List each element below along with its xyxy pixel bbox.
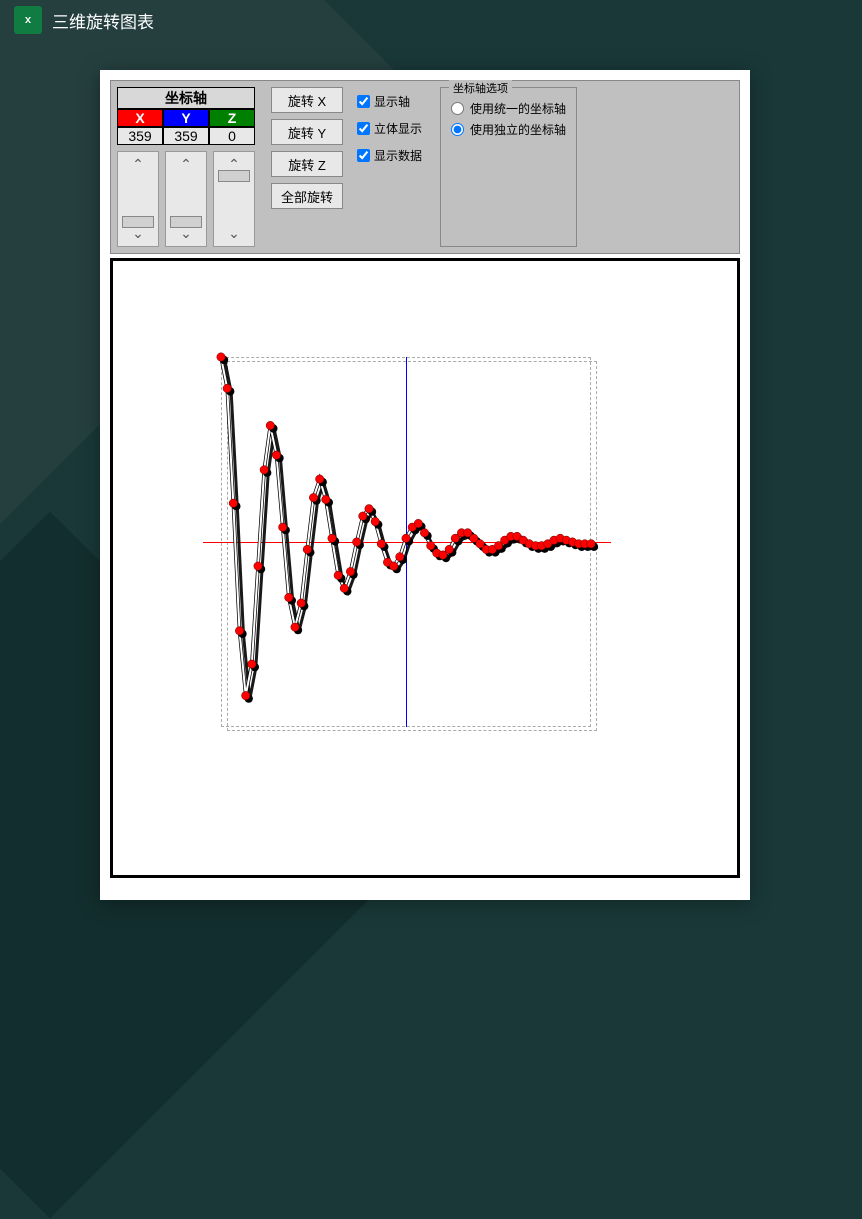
chart-inner <box>221 357 591 727</box>
axis-sliders: ⌃ ⌄ ⌃ ⌄ ⌃ ⌄ <box>117 151 255 247</box>
rotate-buttons: 旋转 X 旋转 Y 旋转 Z 全部旋转 <box>271 87 343 247</box>
chart-area <box>110 258 740 878</box>
axes-block: 坐标轴 X Y Z 359 359 0 ⌃ ⌄ ⌃ ⌄ <box>117 87 255 247</box>
excel-icon <box>14 6 42 34</box>
rotate-x-button[interactable]: 旋转 X <box>271 87 343 113</box>
chart-plot <box>221 357 591 727</box>
slider-z[interactable]: ⌃ ⌄ <box>213 151 255 247</box>
display-checks: 显示轴 立体显示 显示数据 <box>357 93 422 247</box>
checkbox[interactable] <box>357 95 370 108</box>
titlebar: 三维旋转图表 <box>0 0 862 40</box>
radio-unified[interactable]: 使用统一的坐标轴 <box>451 100 566 117</box>
radio[interactable] <box>451 102 464 115</box>
axis-options-group: 坐标轴选项 使用统一的坐标轴 使用独立的坐标轴 <box>440 87 577 247</box>
checkbox[interactable] <box>357 149 370 162</box>
axis-value-y: 359 <box>163 127 209 145</box>
axis-header-y: Y <box>163 109 209 127</box>
checkbox[interactable] <box>357 122 370 135</box>
slider-x[interactable]: ⌃ ⌄ <box>117 151 159 247</box>
axes-title: 坐标轴 <box>117 87 255 109</box>
axis-value-z: 0 <box>209 127 255 145</box>
rotate-z-button[interactable]: 旋转 Z <box>271 151 343 177</box>
axes-headers: X Y Z <box>117 109 255 127</box>
controls-panel: 坐标轴 X Y Z 359 359 0 ⌃ ⌄ ⌃ ⌄ <box>110 80 740 254</box>
radio[interactable] <box>451 123 464 136</box>
app-window: 坐标轴 X Y Z 359 359 0 ⌃ ⌄ ⌃ ⌄ <box>100 70 750 900</box>
check-show-axes[interactable]: 显示轴 <box>357 93 422 110</box>
check-show-data[interactable]: 显示数据 <box>357 147 422 164</box>
axis-value-x: 359 <box>117 127 163 145</box>
rotate-all-button[interactable]: 全部旋转 <box>271 183 343 209</box>
slider-thumb[interactable] <box>218 170 250 182</box>
check-show-3d[interactable]: 立体显示 <box>357 120 422 137</box>
axis-header-x: X <box>117 109 163 127</box>
groupbox-title: 坐标轴选项 <box>449 80 512 96</box>
slider-thumb[interactable] <box>122 216 154 228</box>
chevron-up-icon[interactable]: ⌃ <box>180 156 192 173</box>
axes-values: 359 359 0 <box>117 127 255 145</box>
radio-independent[interactable]: 使用独立的坐标轴 <box>451 121 566 138</box>
slider-y[interactable]: ⌃ ⌄ <box>165 151 207 247</box>
chevron-up-icon[interactable]: ⌃ <box>132 156 144 173</box>
axis-header-z: Z <box>209 109 255 127</box>
slider-thumb[interactable] <box>170 216 202 228</box>
rotate-y-button[interactable]: 旋转 Y <box>271 119 343 145</box>
app-title: 三维旋转图表 <box>52 8 154 33</box>
chevron-down-icon[interactable]: ⌄ <box>228 225 240 242</box>
